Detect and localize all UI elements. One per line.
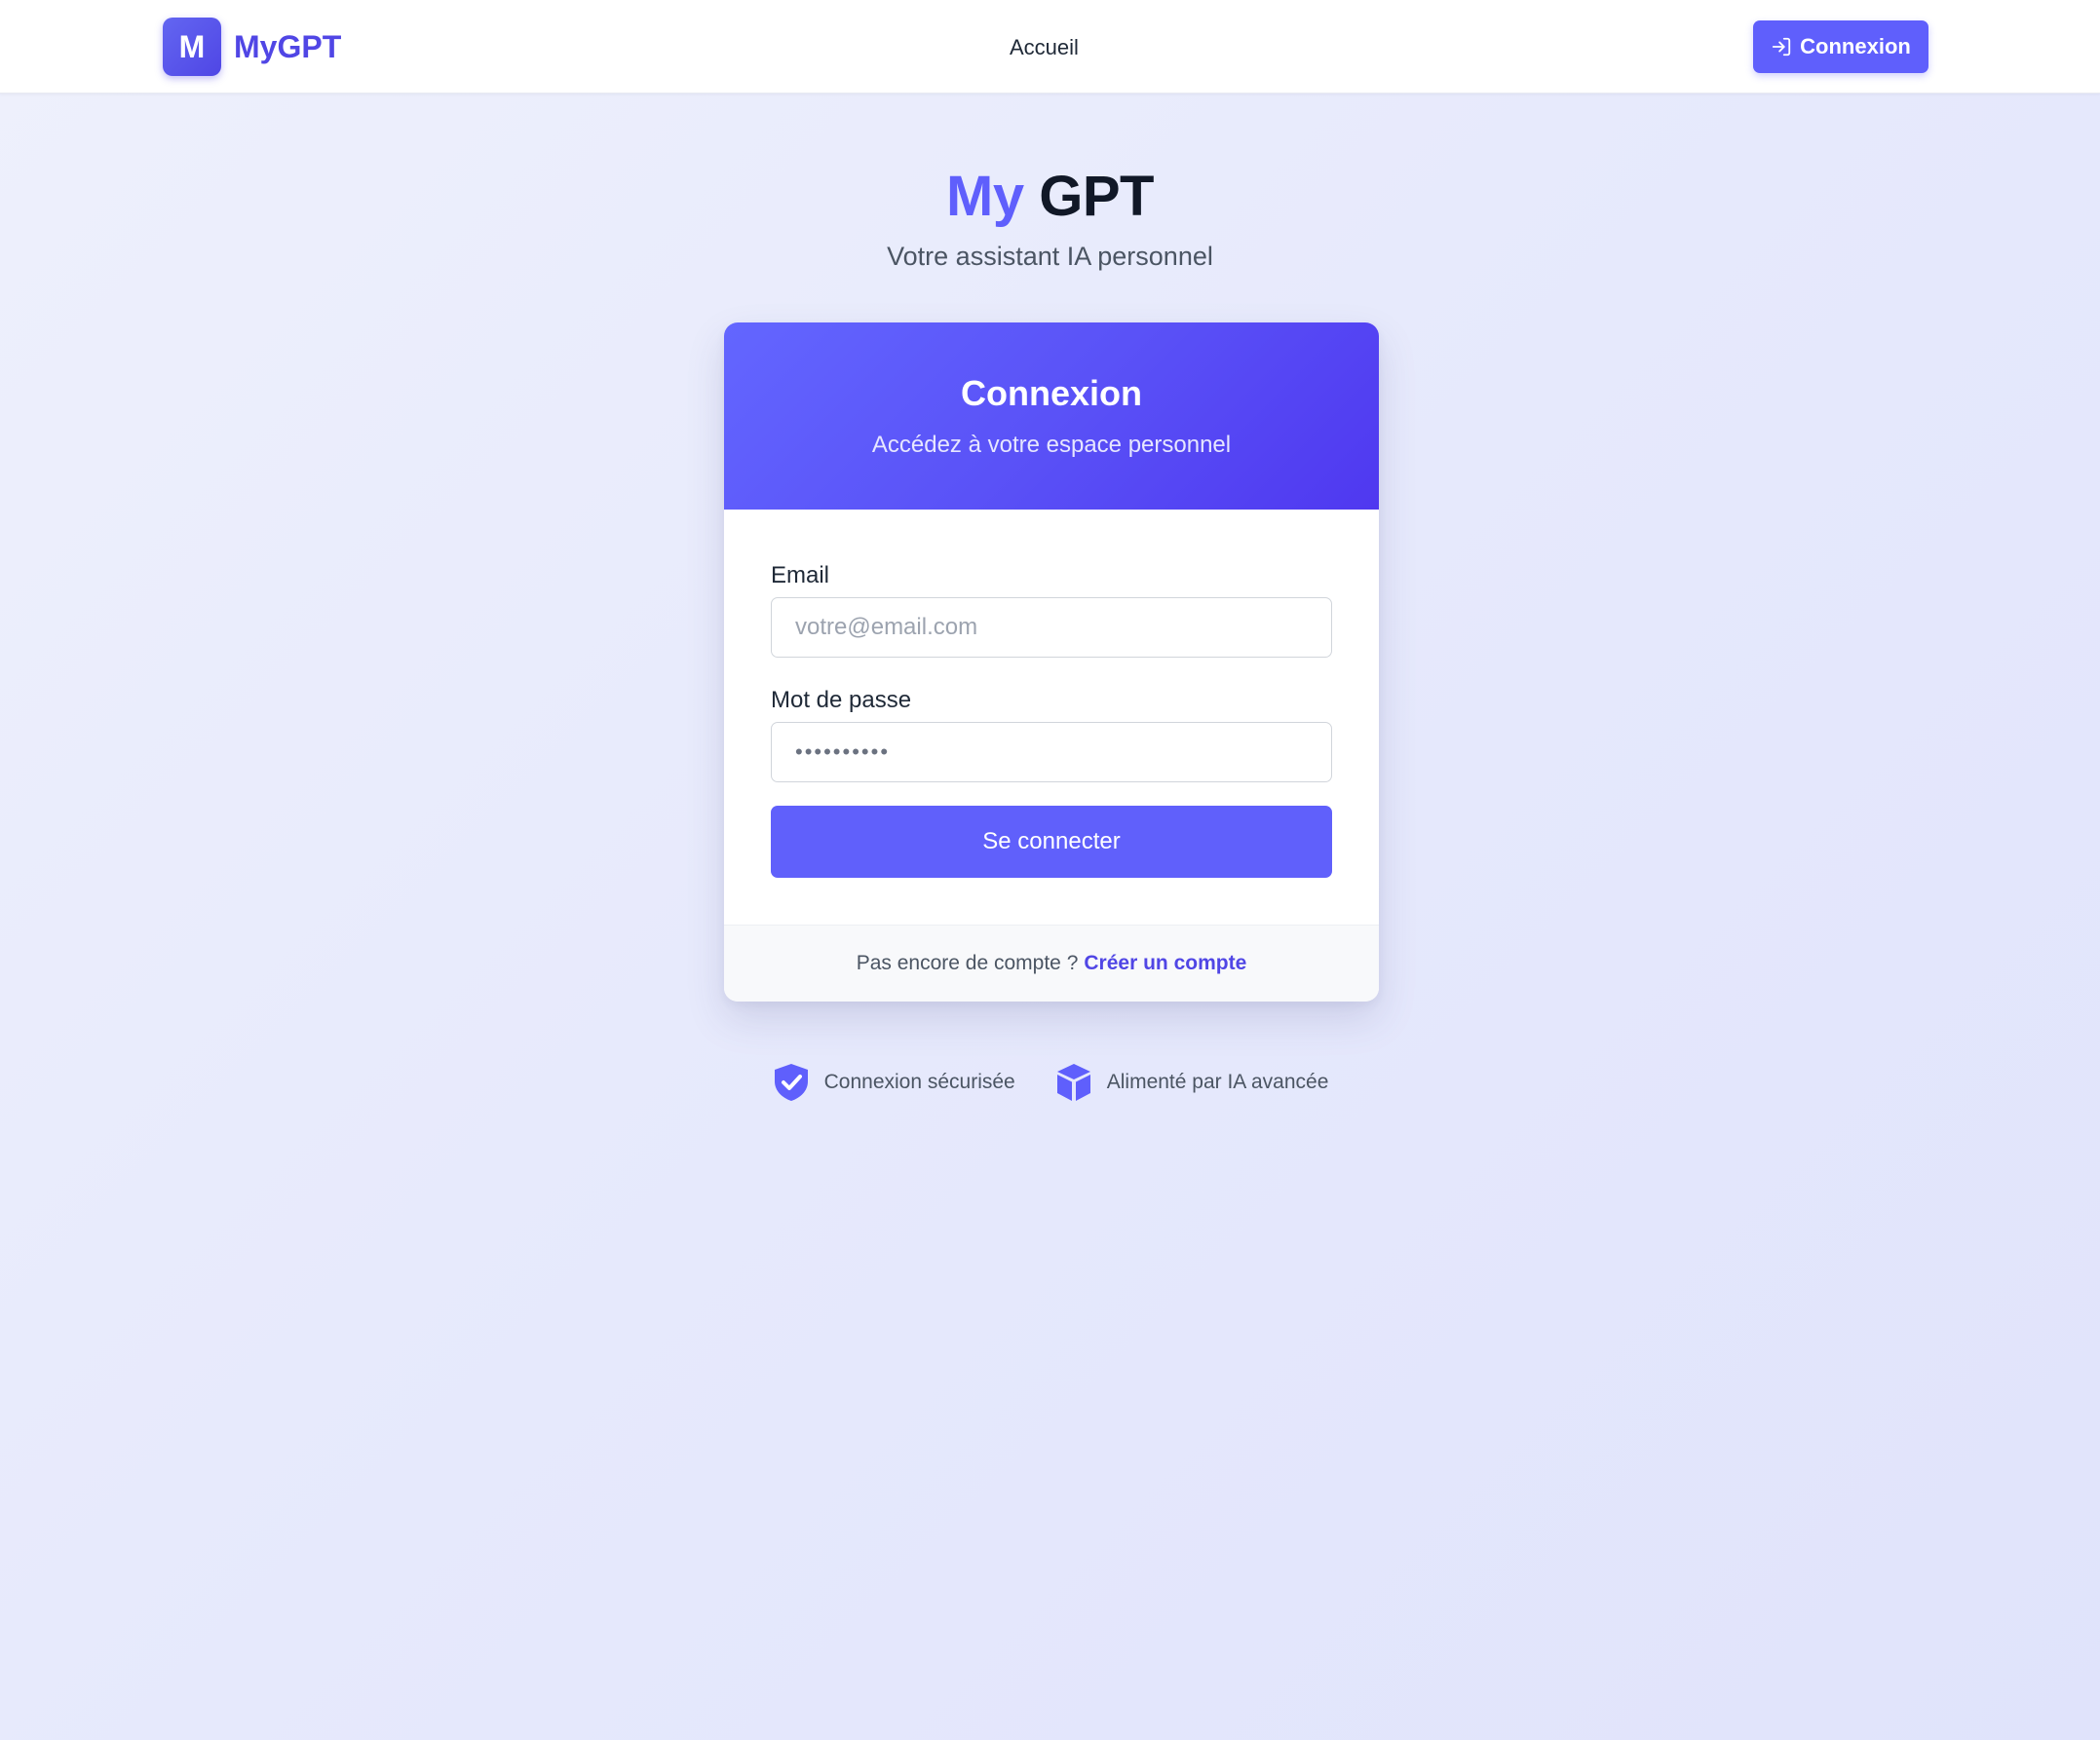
- login-card-header: Connexion Accédez à votre espace personn…: [724, 322, 1379, 510]
- feature-secure: Connexion sécurisée: [772, 1062, 1015, 1103]
- page-title: My GPT: [0, 164, 2100, 229]
- email-field[interactable]: votre@email.com: [771, 597, 1332, 658]
- brand-name: MyGPT: [234, 28, 342, 64]
- page-subtitle: Votre assistant IA personnel: [887, 242, 1213, 271]
- feature-ai-label: Alimenté par IA avancée: [1106, 1071, 1329, 1093]
- features-row: Connexion sécurisée Alimenté par IA avan…: [0, 1062, 2100, 1103]
- nav-login-label: Connexion: [1800, 34, 1911, 58]
- email-label: Email: [771, 562, 830, 588]
- feature-secure-label: Connexion sécurisée: [823, 1071, 1015, 1093]
- feature-ai: Alimenté par IA avancée: [1054, 1062, 1329, 1103]
- nav-link-home[interactable]: Accueil: [1010, 35, 1079, 60]
- password-label: Mot de passe: [771, 687, 912, 713]
- signup-link[interactable]: Créer un compte: [1084, 952, 1246, 975]
- password-field[interactable]: ••••••••••: [771, 722, 1332, 782]
- login-card-footer: Pas encore de compte ? Créer un compte: [724, 925, 1379, 1002]
- cube-icon: [1056, 1064, 1090, 1101]
- navbar: M MyGPT Accueil Connexion: [0, 0, 2100, 94]
- login-card: Connexion Accédez à votre espace personn…: [724, 322, 1379, 1002]
- title-gpt: GPT: [1039, 165, 1154, 228]
- shield-check-icon: [774, 1064, 808, 1101]
- login-icon: [1772, 37, 1791, 57]
- title-my: My: [946, 165, 1024, 228]
- logo-icon: M: [163, 18, 221, 76]
- brand[interactable]: M MyGPT: [163, 18, 341, 76]
- submit-button[interactable]: Se connecter: [771, 806, 1332, 878]
- signup-prompt: Pas encore de compte ?: [856, 952, 1079, 974]
- nav-login-button[interactable]: Connexion: [1753, 20, 1928, 73]
- login-card-title: Connexion: [961, 373, 1142, 413]
- login-card-subtitle: Accédez à votre espace personnel: [871, 432, 1232, 458]
